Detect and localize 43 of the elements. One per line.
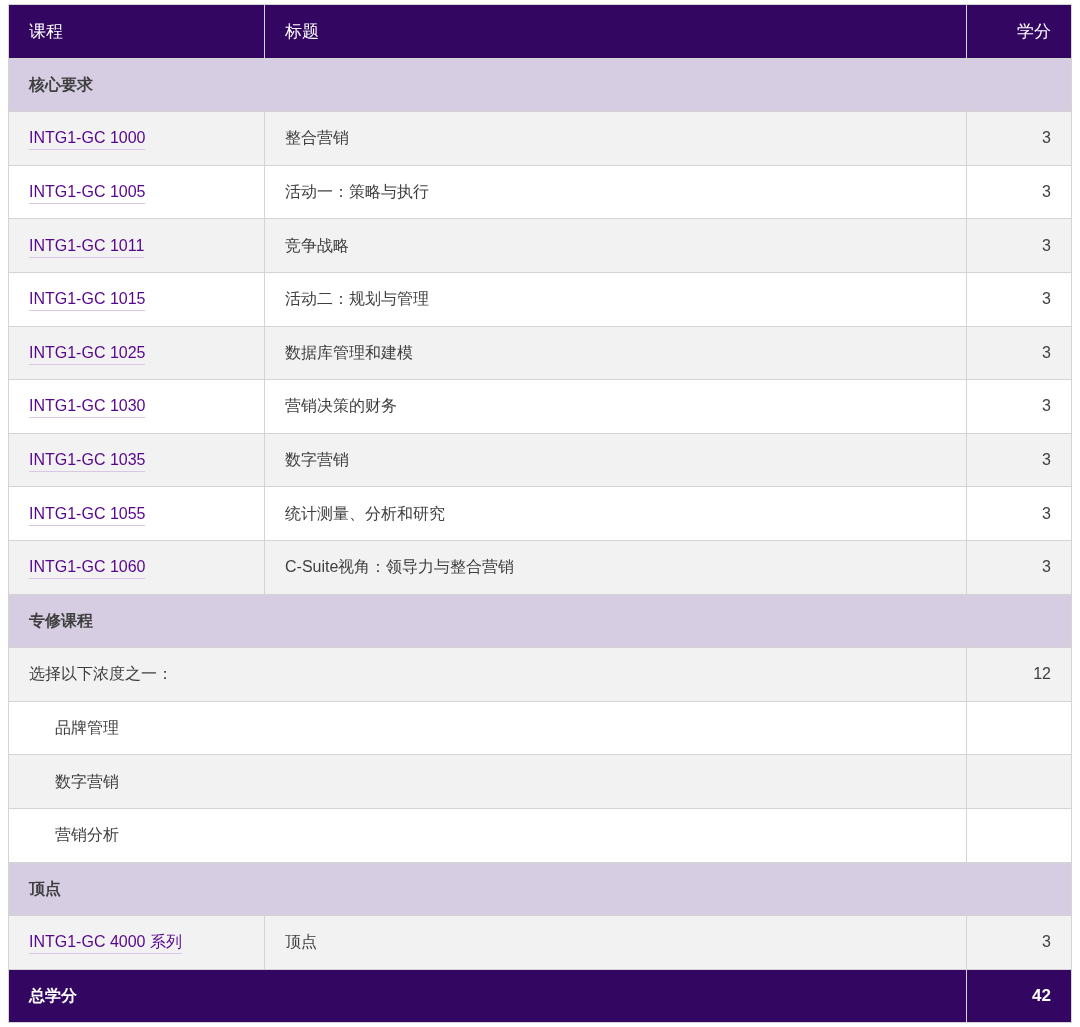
total-label: 总学分 [8, 969, 967, 1023]
course-link[interactable]: INTG1-GC 1000 [29, 129, 146, 151]
column-header: 课程 [8, 4, 265, 59]
column-header: 标题 [264, 4, 967, 59]
credit-cell: 3 [966, 218, 1072, 273]
course-title-cell: 统计测量、分析和研究 [264, 486, 967, 541]
credit-cell: 3 [966, 915, 1072, 970]
credit-cell: 3 [966, 272, 1072, 327]
course-link[interactable]: INTG1-GC 1005 [29, 183, 146, 205]
total-credits: 42 [966, 969, 1072, 1023]
credit-cell: 12 [966, 647, 1072, 702]
credit-cell: 3 [966, 540, 1072, 595]
course-link[interactable]: INTG1-GC 1025 [29, 343, 146, 365]
course-title-cell: 顶点 [264, 915, 967, 970]
course-link[interactable]: INTG1-GC 1055 [29, 504, 146, 526]
course-title-cell: 整合营销 [264, 111, 967, 166]
credit-cell: 3 [966, 326, 1072, 380]
course-link[interactable]: INTG1-GC 1015 [29, 290, 146, 312]
credit-cell: 3 [966, 486, 1072, 541]
credit-cell: 3 [966, 165, 1072, 219]
course-link[interactable]: INTG1-GC 1030 [29, 397, 146, 419]
concentration-cell: 品牌管理 [8, 701, 967, 755]
course-title-cell: 活动二：规划与管理 [264, 272, 967, 327]
course-title-cell: 活动一：策略与执行 [264, 165, 967, 219]
section-heading: 顶点 [8, 862, 967, 916]
instruction-cell: 选择以下浓度之一： [8, 647, 967, 702]
section-heading: 核心要求 [8, 58, 967, 112]
credit-cell: 3 [966, 379, 1072, 434]
concentration-cell: 营销分析 [8, 808, 967, 862]
course-link[interactable]: INTG1-GC 1011 [29, 236, 145, 258]
course-title-cell: 数字营销 [264, 433, 967, 487]
concentration-cell: 数字营销 [8, 754, 967, 809]
course-title-cell: 竞争战略 [264, 218, 967, 273]
course-title-cell: C-Suite视角：领导力与整合营销 [264, 540, 967, 595]
course-link[interactable]: INTG1-GC 1035 [29, 451, 146, 473]
course-link[interactable]: INTG1-GC 1060 [29, 558, 146, 580]
course-link[interactable]: INTG1-GC 4000 系列 [29, 933, 182, 955]
section-heading: 专修课程 [8, 594, 967, 648]
column-header: 学分 [966, 4, 1072, 59]
credit-cell: 3 [966, 433, 1072, 487]
course-title-cell: 数据库管理和建模 [264, 326, 967, 380]
credit-cell: 3 [966, 111, 1072, 166]
course-title-cell: 营销决策的财务 [264, 379, 967, 434]
